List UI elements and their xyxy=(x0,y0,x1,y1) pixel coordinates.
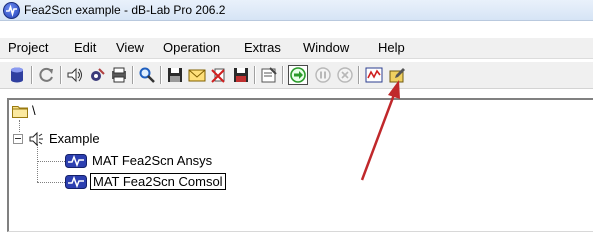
toolbar-separator xyxy=(160,66,161,84)
tree-item-label: Example xyxy=(49,131,100,146)
tree-item-example[interactable]: Example xyxy=(13,130,133,148)
collapse-toggle-icon[interactable] xyxy=(13,134,23,144)
save-icon[interactable] xyxy=(166,66,184,84)
mail-icon[interactable] xyxy=(188,66,206,84)
toolbar xyxy=(0,62,593,89)
tree-connector xyxy=(37,161,65,162)
properties-icon[interactable] xyxy=(260,66,278,84)
menu-edit[interactable]: Edit xyxy=(74,40,96,55)
run-icon[interactable] xyxy=(288,65,308,85)
print-preview-icon[interactable] xyxy=(110,66,128,84)
refresh-icon[interactable] xyxy=(38,66,56,84)
menu-view[interactable]: View xyxy=(116,40,144,55)
tools-icon[interactable] xyxy=(88,66,106,84)
pause-icon[interactable] xyxy=(314,66,332,84)
stop-icon[interactable] xyxy=(336,66,354,84)
delete-icon[interactable] xyxy=(210,66,228,84)
tree-connector xyxy=(37,182,65,183)
menu-extras[interactable]: Extras xyxy=(244,40,281,55)
search-icon[interactable] xyxy=(138,66,156,84)
menu-project[interactable]: Project xyxy=(8,40,48,55)
toolbar-separator xyxy=(282,66,283,84)
toolbar-separator xyxy=(31,66,32,84)
chart-icon[interactable] xyxy=(365,66,383,84)
tree-item-label: MAT Fea2Scn Ansys xyxy=(92,153,213,168)
save-all-icon[interactable] xyxy=(232,66,250,84)
folder-icon xyxy=(12,106,28,118)
tree-item-comsol[interactable]: MAT Fea2Scn Comsol xyxy=(65,173,265,191)
tree-item-label: MAT Fea2Scn Comsol xyxy=(90,173,226,190)
toolbar-separator xyxy=(132,66,133,84)
menu-help[interactable]: Help xyxy=(378,40,405,55)
app-logo-icon xyxy=(3,2,20,19)
title-bar: Fea2Scn example - dB-Lab Pro 206.2 xyxy=(0,0,593,21)
menu-bar: Project Edit View Operation Extras Windo… xyxy=(0,38,593,59)
toolbar-separator xyxy=(60,66,61,84)
tree-root[interactable]: \ xyxy=(12,103,72,119)
tree-connector xyxy=(37,144,38,182)
toolbar-separator xyxy=(254,66,255,84)
edit-icon[interactable] xyxy=(388,66,406,84)
database-icon[interactable] xyxy=(8,66,26,84)
speaker-icon[interactable] xyxy=(66,66,84,84)
tree-root-label: \ xyxy=(32,103,36,118)
window-title: Fea2Scn example - dB-Lab Pro 206.2 xyxy=(24,3,226,17)
project-tree: \ Example MAT Fea2Scn Ansys MAT Fea2Scn … xyxy=(7,98,593,232)
speaker-icon xyxy=(29,131,43,147)
tree-item-ansys[interactable]: MAT Fea2Scn Ansys xyxy=(65,152,245,170)
menu-operation[interactable]: Operation xyxy=(163,40,220,55)
measurement-icon xyxy=(65,154,87,168)
measurement-icon xyxy=(65,175,87,189)
toolbar-separator xyxy=(358,66,359,84)
menu-window[interactable]: Window xyxy=(303,40,349,55)
